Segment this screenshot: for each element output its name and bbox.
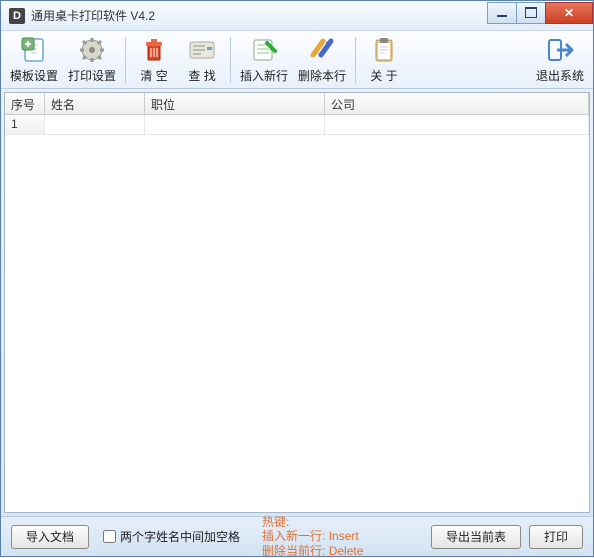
toolbar-separator — [125, 37, 126, 83]
page-plus-icon — [18, 35, 50, 65]
delete-row-button[interactable]: 删除本行 — [293, 34, 351, 86]
print-settings-button[interactable]: 打印设置 — [63, 34, 121, 86]
trash-icon — [138, 35, 170, 65]
col-header-seq[interactable]: 序号 — [5, 93, 45, 114]
exit-button[interactable]: 退出系统 — [531, 34, 589, 86]
footer: 导入文档 两个字姓名中间加空格 热键: 插入新一行: Insert 删除当前行:… — [1, 516, 593, 556]
print-button[interactable]: 打印 — [529, 525, 583, 549]
grid-header: 序号 姓名 职位 公司 — [5, 93, 589, 115]
gear-icon — [76, 35, 108, 65]
maximize-button[interactable] — [516, 2, 546, 24]
import-button[interactable]: 导入文档 — [11, 525, 89, 549]
space-checkbox-text: 两个字姓名中间加空格 — [120, 528, 240, 545]
toolbar-separator — [230, 37, 231, 83]
app-window: D 通用桌卡打印软件 V4.2 模板设置 打印设置 清 空 — [0, 0, 594, 557]
insert-row-button[interactable]: 插入新行 — [235, 34, 293, 86]
toolbar: 模板设置 打印设置 清 空 查 找 插入新行 — [1, 31, 593, 89]
space-checkbox[interactable] — [103, 530, 116, 543]
cell-position[interactable] — [145, 115, 325, 134]
col-header-position[interactable]: 职位 — [145, 93, 325, 114]
titlebar: D 通用桌卡打印软件 V4.2 — [1, 1, 593, 31]
toolbar-separator — [355, 37, 356, 83]
clear-button[interactable]: 清 空 — [130, 34, 178, 86]
export-button[interactable]: 导出当前表 — [431, 525, 521, 549]
cell-seq: 1 — [5, 115, 45, 134]
cell-company[interactable] — [325, 115, 589, 134]
data-grid: 序号 姓名 职位 公司 1 — [4, 92, 590, 513]
cell-name[interactable] — [45, 115, 145, 134]
col-header-company[interactable]: 公司 — [325, 93, 589, 114]
delete-row-icon — [306, 35, 338, 65]
window-controls — [488, 2, 593, 24]
hotkey-hint: 热键: 插入新一行: Insert 删除当前行: Delete — [262, 515, 425, 558]
close-button[interactable] — [545, 2, 593, 24]
window-title: 通用桌卡打印软件 V4.2 — [31, 7, 488, 24]
grid-body[interactable]: 1 — [5, 115, 589, 512]
space-checkbox-label[interactable]: 两个字姓名中间加空格 — [103, 528, 240, 545]
exit-icon — [544, 35, 576, 65]
about-button[interactable]: 关 于 — [360, 34, 408, 86]
find-button[interactable]: 查 找 — [178, 34, 226, 86]
insert-row-icon — [248, 35, 280, 65]
table-row[interactable]: 1 — [5, 115, 589, 135]
minimize-button[interactable] — [487, 2, 517, 24]
search-form-icon — [186, 35, 218, 65]
app-icon: D — [9, 8, 25, 24]
template-settings-button[interactable]: 模板设置 — [5, 34, 63, 86]
col-header-name[interactable]: 姓名 — [45, 93, 145, 114]
clipboard-icon — [368, 35, 400, 65]
footer-right-buttons: 导出当前表 打印 — [431, 525, 583, 549]
